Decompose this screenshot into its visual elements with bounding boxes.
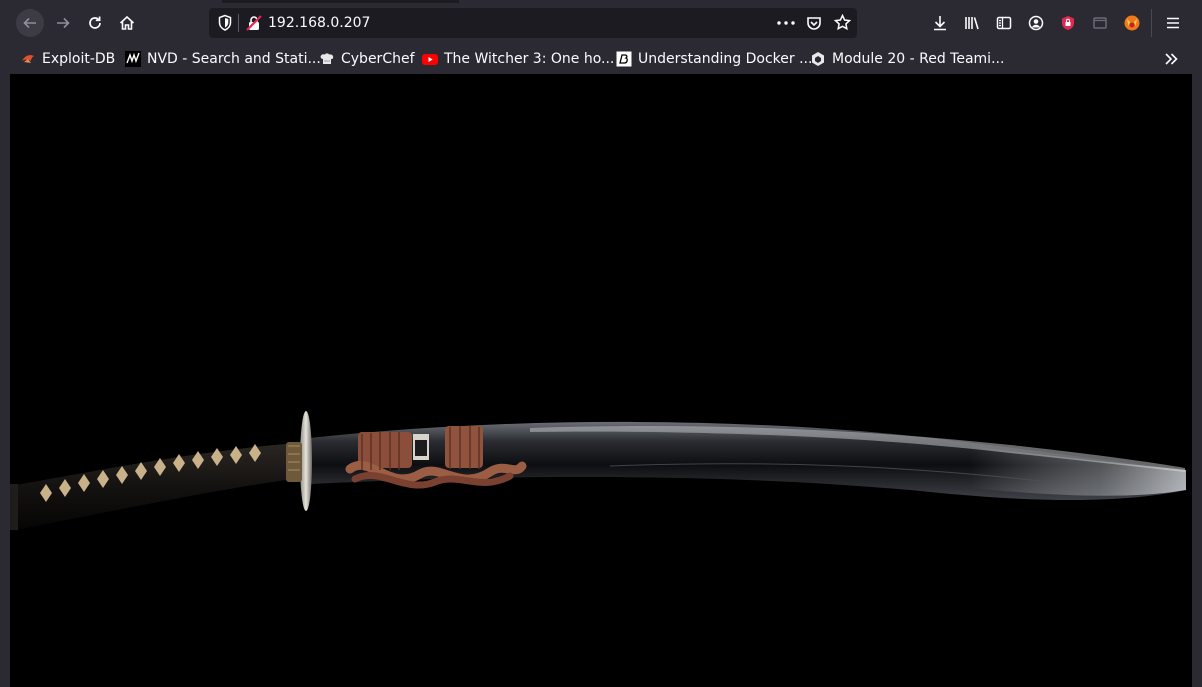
bookmark-nvd[interactable]: NVD - Search and Stati... <box>125 44 321 74</box>
bookmark-star-icon[interactable] <box>834 14 851 31</box>
double-chevron-right-icon <box>1165 53 1178 65</box>
nvd-icon <box>125 51 141 67</box>
bookmark-cyberchef[interactable]: CyberChef <box>319 44 415 74</box>
back-button[interactable] <box>16 9 44 37</box>
account-button[interactable] <box>1022 9 1050 37</box>
bookmark-label: The Witcher 3: One ho... <box>444 51 615 67</box>
red-lock-extension-icon <box>1062 16 1074 30</box>
app-menu-button[interactable] <box>1159 9 1187 37</box>
page-actions-menu-icon[interactable] <box>777 21 795 25</box>
fox-extension-icon <box>1124 15 1140 31</box>
home-button[interactable] <box>113 9 141 37</box>
extension-fox-button[interactable] <box>1118 9 1146 37</box>
window-left-edge <box>0 74 10 687</box>
bookmark-label: CyberChef <box>341 51 415 67</box>
navigation-toolbar: 192.168.0.207 <box>0 3 1202 43</box>
download-icon <box>934 16 946 31</box>
kashira-pommel <box>10 484 18 530</box>
browser-chrome: 192.168.0.207 Exploit-DB NVD - Search an… <box>0 0 1202 74</box>
docker-article-icon <box>616 51 632 67</box>
bookmark-module-20[interactable]: Module 20 - Red Teami... <box>810 44 1004 74</box>
module-icon <box>812 52 824 66</box>
sidebar-button[interactable] <box>990 9 1018 37</box>
page-content <box>10 74 1192 687</box>
bookmark-exploit-db[interactable]: Exploit-DB <box>20 44 115 74</box>
bookmarks-toolbar: Exploit-DB NVD - Search and Stati... Cyb… <box>0 44 1202 74</box>
bookmark-docker[interactable]: Understanding Docker ... <box>616 44 812 74</box>
library-icon <box>965 17 979 30</box>
account-icon <box>1028 15 1044 31</box>
hamburger-menu-icon <box>1167 17 1179 29</box>
reload-icon <box>89 16 101 29</box>
window-extension-icon <box>1093 17 1107 29</box>
bookmark-label: NVD - Search and Stati... <box>147 51 321 67</box>
url-divider <box>238 14 239 32</box>
forward-arrow-icon <box>57 17 70 29</box>
sidebar-icon <box>996 16 1012 30</box>
bookmarks-overflow-button[interactable] <box>1163 44 1179 74</box>
bookmark-label: Module 20 - Red Teami... <box>832 51 1005 67</box>
cyberchef-icon <box>320 53 334 64</box>
bookmark-label: Understanding Docker ... <box>638 51 813 67</box>
library-button[interactable] <box>958 9 986 37</box>
url-text[interactable]: 192.168.0.207 <box>268 8 370 38</box>
exploit-db-icon <box>22 55 34 63</box>
youtube-icon <box>422 54 438 65</box>
bookmark-label: Exploit-DB <box>42 51 116 67</box>
toolbar-separator <box>1151 9 1152 37</box>
back-arrow-icon <box>23 17 36 29</box>
downloads-button[interactable] <box>926 9 954 37</box>
tsuka-handle <box>10 444 286 530</box>
tracking-protection-shield-icon[interactable] <box>217 14 233 32</box>
insecure-connection-icon[interactable] <box>246 15 262 31</box>
home-icon <box>119 15 135 30</box>
extension-lock-button[interactable] <box>1054 9 1082 37</box>
address-bar[interactable]: 192.168.0.207 <box>209 8 857 38</box>
extension-window-button[interactable] <box>1086 9 1114 37</box>
pocket-icon[interactable] <box>806 15 822 31</box>
reload-button[interactable] <box>81 9 109 37</box>
katana-image <box>10 411 1186 530</box>
forward-button[interactable] <box>49 9 77 37</box>
bookmark-witcher[interactable]: The Witcher 3: One ho... <box>422 44 614 74</box>
window-right-edge <box>1192 74 1202 687</box>
